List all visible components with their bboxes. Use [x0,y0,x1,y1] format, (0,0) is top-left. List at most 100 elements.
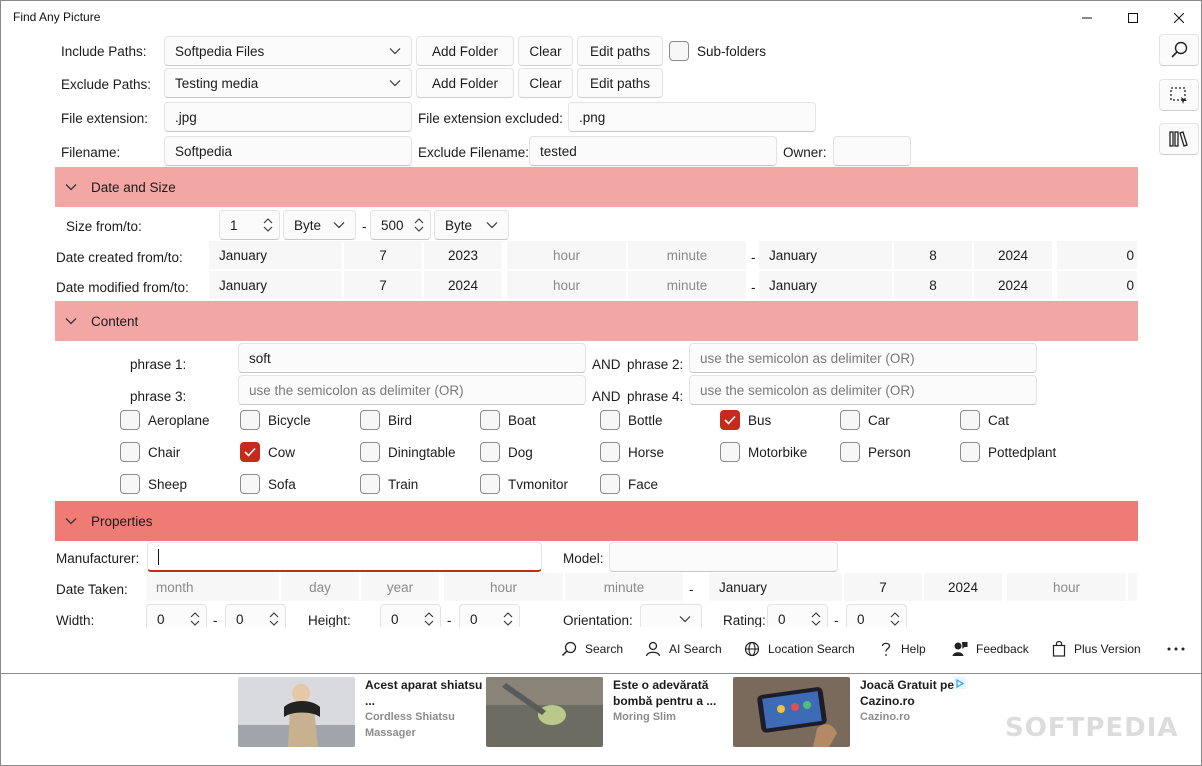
include-clear-button[interactable]: Clear [518,36,573,66]
object-checkbox-tvmonitor[interactable]: Tvmonitor [480,473,568,495]
object-checkbox-bottle[interactable]: Bottle [600,409,663,431]
exclude-add-folder-button[interactable]: Add Folder [416,68,514,98]
created-to-month[interactable]: January [759,241,893,269]
taken-to-minute[interactable] [1128,573,1138,601]
help-command[interactable]: Help [879,641,926,657]
size-from-unit-dropdown[interactable]: Byte [283,210,356,240]
manufacturer-input[interactable] [147,542,542,572]
object-checkbox-person[interactable]: Person [840,441,911,463]
object-checkbox-sofa[interactable]: Sofa [240,473,296,495]
ad-item[interactable]: Este o adevărată bombă pentru a ... Mori… [486,677,733,763]
taken-from-minute[interactable]: minute [565,573,684,601]
include-add-folder-button[interactable]: Add Folder [416,36,514,66]
width-to-input[interactable]: 0 [225,604,286,627]
object-checkbox-chair[interactable]: Chair [120,441,180,463]
include-edit-paths-button[interactable]: Edit paths [577,36,663,66]
file-extension-input[interactable]: .jpg [164,102,412,132]
size-to-input[interactable]: 500 [370,210,431,240]
object-checkbox-cat[interactable]: Cat [960,409,1009,431]
object-checkbox-dog[interactable]: Dog [480,441,533,463]
modified-from-day[interactable]: 7 [344,271,423,299]
modified-to-year[interactable]: 2024 [974,271,1053,299]
created-to-day[interactable]: 8 [894,241,973,269]
created-to-year[interactable]: 2024 [974,241,1053,269]
object-checkbox-bus[interactable]: Bus [720,409,771,431]
ad-choices-button[interactable] [954,677,966,689]
created-from-minute[interactable]: minute [628,241,747,269]
minimize-button[interactable] [1064,1,1110,34]
content-section-header[interactable]: Content [55,301,1138,341]
taken-from-day[interactable]: day [281,573,360,601]
created-to-hour[interactable]: 0 [1057,241,1138,269]
orientation-dropdown[interactable] [640,604,702,627]
height-from-input[interactable]: 0 [380,604,441,627]
include-paths-dropdown[interactable]: Softpedia Files [164,36,412,66]
object-checkbox-motorbike[interactable]: Motorbike [720,441,807,463]
ad-item[interactable]: Joacă Gratuit pe Cazino.ro Cazino.ro [733,677,980,763]
created-from-hour[interactable]: hour [507,241,627,269]
phrase1-input[interactable]: soft [238,343,586,373]
width-from-input[interactable]: 0 [146,604,207,627]
created-from-day[interactable]: 7 [344,241,423,269]
taken-from-year[interactable]: year [361,573,440,601]
exclude-edit-paths-button[interactable]: Edit paths [577,68,663,98]
modified-from-year[interactable]: 2024 [424,271,503,299]
object-checkbox-horse[interactable]: Horse [600,441,664,463]
object-checkbox-train[interactable]: Train [360,473,418,495]
object-checkbox-diningtable[interactable]: Diningtable [360,441,456,463]
subfolders-checkbox[interactable]: Sub-folders [669,40,766,62]
owner-input[interactable] [833,136,911,166]
feedback-command[interactable]: Feedback [952,641,1029,657]
rating-from-input[interactable]: 0 [767,604,828,627]
modified-to-day[interactable]: 8 [894,271,973,299]
model-input[interactable] [609,542,838,572]
library-tool-button[interactable] [1159,123,1199,155]
rating-to-input[interactable]: 0 [846,604,907,627]
object-checkbox-pottedplant[interactable]: Pottedplant [960,441,1056,463]
properties-section-header[interactable]: Properties [55,501,1138,541]
exclude-clear-button[interactable]: Clear [518,68,573,98]
created-from-month[interactable]: January [209,241,343,269]
modified-from-hour[interactable]: hour [507,271,627,299]
select-tool-button[interactable] [1159,79,1199,111]
object-checkbox-sheep[interactable]: Sheep [120,473,187,495]
date-size-section-header[interactable]: Date and Size [55,167,1138,207]
more-options-button[interactable] [1167,641,1193,657]
object-checkbox-boat[interactable]: Boat [480,409,536,431]
phrase3-input[interactable]: use the semicolon as delimiter (OR) [238,375,586,405]
filename-input[interactable]: Softpedia [164,136,412,166]
ai-search-command[interactable]: AI Search [645,641,722,657]
phrase2-input[interactable]: use the semicolon as delimiter (OR) [689,343,1037,373]
taken-to-month[interactable]: January [709,573,843,601]
created-from-year[interactable]: 2023 [424,241,503,269]
object-checkbox-bird[interactable]: Bird [360,409,412,431]
modified-to-month[interactable]: January [759,271,893,299]
plus-version-command[interactable]: Plus Version [1052,641,1141,657]
exclude-paths-dropdown[interactable]: Testing media [164,68,412,98]
taken-to-hour[interactable]: hour [1007,573,1127,601]
ad-item[interactable]: Acest aparat shiatsu ... Cordless Shiats… [238,677,485,763]
close-button[interactable] [1156,1,1201,34]
location-search-command[interactable]: Location Search [744,641,855,657]
taken-to-year[interactable]: 2024 [924,573,1003,601]
file-extension-excluded-input[interactable]: .png [568,102,816,132]
modified-from-minute[interactable]: minute [628,271,747,299]
object-checkbox-car[interactable]: Car [840,409,890,431]
object-checkbox-cow[interactable]: Cow [240,441,295,463]
object-checkbox-face[interactable]: Face [600,473,658,495]
taken-to-day[interactable]: 7 [844,573,923,601]
modified-from-month[interactable]: January [209,271,343,299]
phrase4-input[interactable]: use the semicolon as delimiter (OR) [689,375,1037,405]
size-from-input[interactable]: 1 [219,210,280,240]
search-command[interactable]: Search [561,641,623,657]
exclude-filename-input[interactable]: tested [529,136,777,166]
object-checkbox-aeroplane[interactable]: Aeroplane [120,409,210,431]
maximize-button[interactable] [1110,1,1156,34]
height-to-input[interactable]: 0 [459,604,520,627]
size-to-unit-dropdown[interactable]: Byte [434,210,509,240]
taken-from-hour[interactable]: hour [444,573,564,601]
search-tool-button[interactable] [1159,34,1199,66]
modified-to-hour[interactable]: 0 [1057,271,1138,299]
taken-from-month[interactable]: month [146,573,280,601]
object-checkbox-bicycle[interactable]: Bicycle [240,409,311,431]
